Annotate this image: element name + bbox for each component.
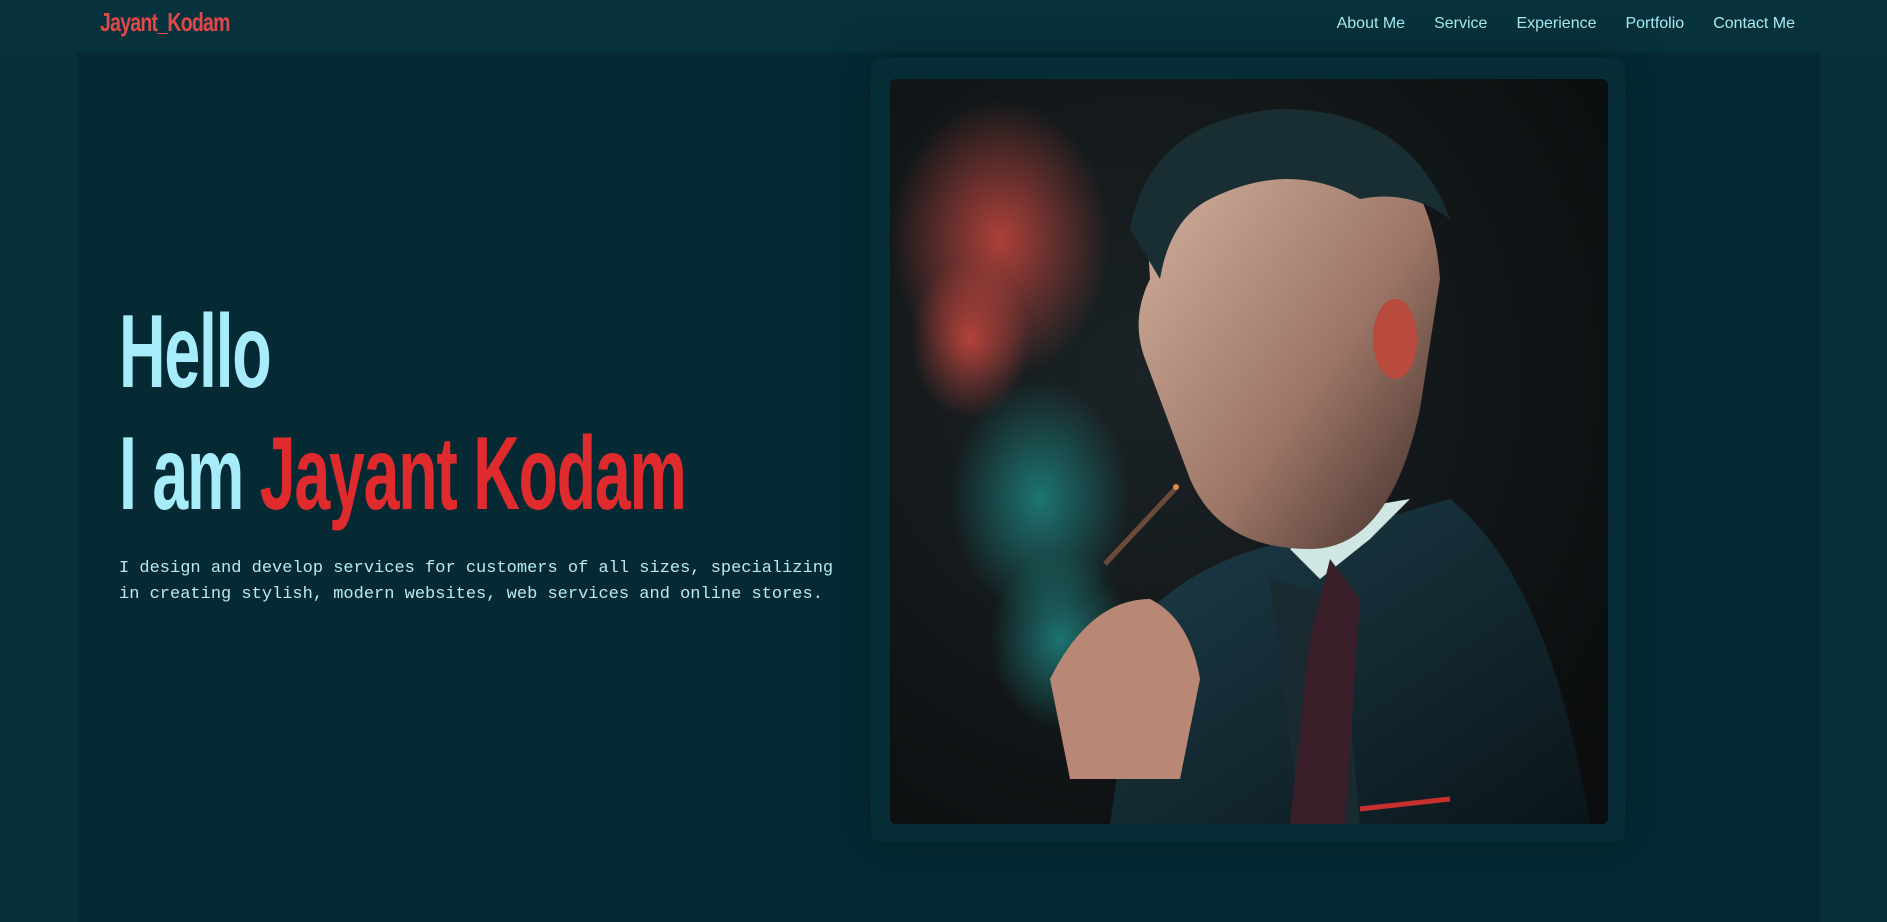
nav-link-about-me[interactable]: About Me (1337, 15, 1405, 33)
hero-intro-prefix: I am (119, 416, 244, 532)
nav-link-experience[interactable]: Experience (1516, 15, 1596, 33)
portrait-illustration (890, 79, 1608, 824)
nav-link-portfolio[interactable]: Portfolio (1625, 15, 1684, 33)
navbar: Jayant_Kodam About Me Service Experience… (0, 0, 1887, 52)
hero-description: I design and develop services for custom… (119, 559, 834, 604)
hero-name: Jayant Kodam (259, 416, 687, 532)
portrait-image (890, 79, 1608, 824)
nav-link-contact-me[interactable]: Contact Me (1713, 15, 1795, 33)
nav-menu: About Me Service Experience Portfolio Co… (1337, 15, 1795, 33)
hero-intro-line: I am Jayant Kodam (119, 422, 687, 526)
site-logo[interactable]: Jayant_Kodam (100, 7, 230, 38)
nav-link-service[interactable]: Service (1434, 15, 1487, 33)
hero-greeting: Hello (119, 294, 272, 410)
